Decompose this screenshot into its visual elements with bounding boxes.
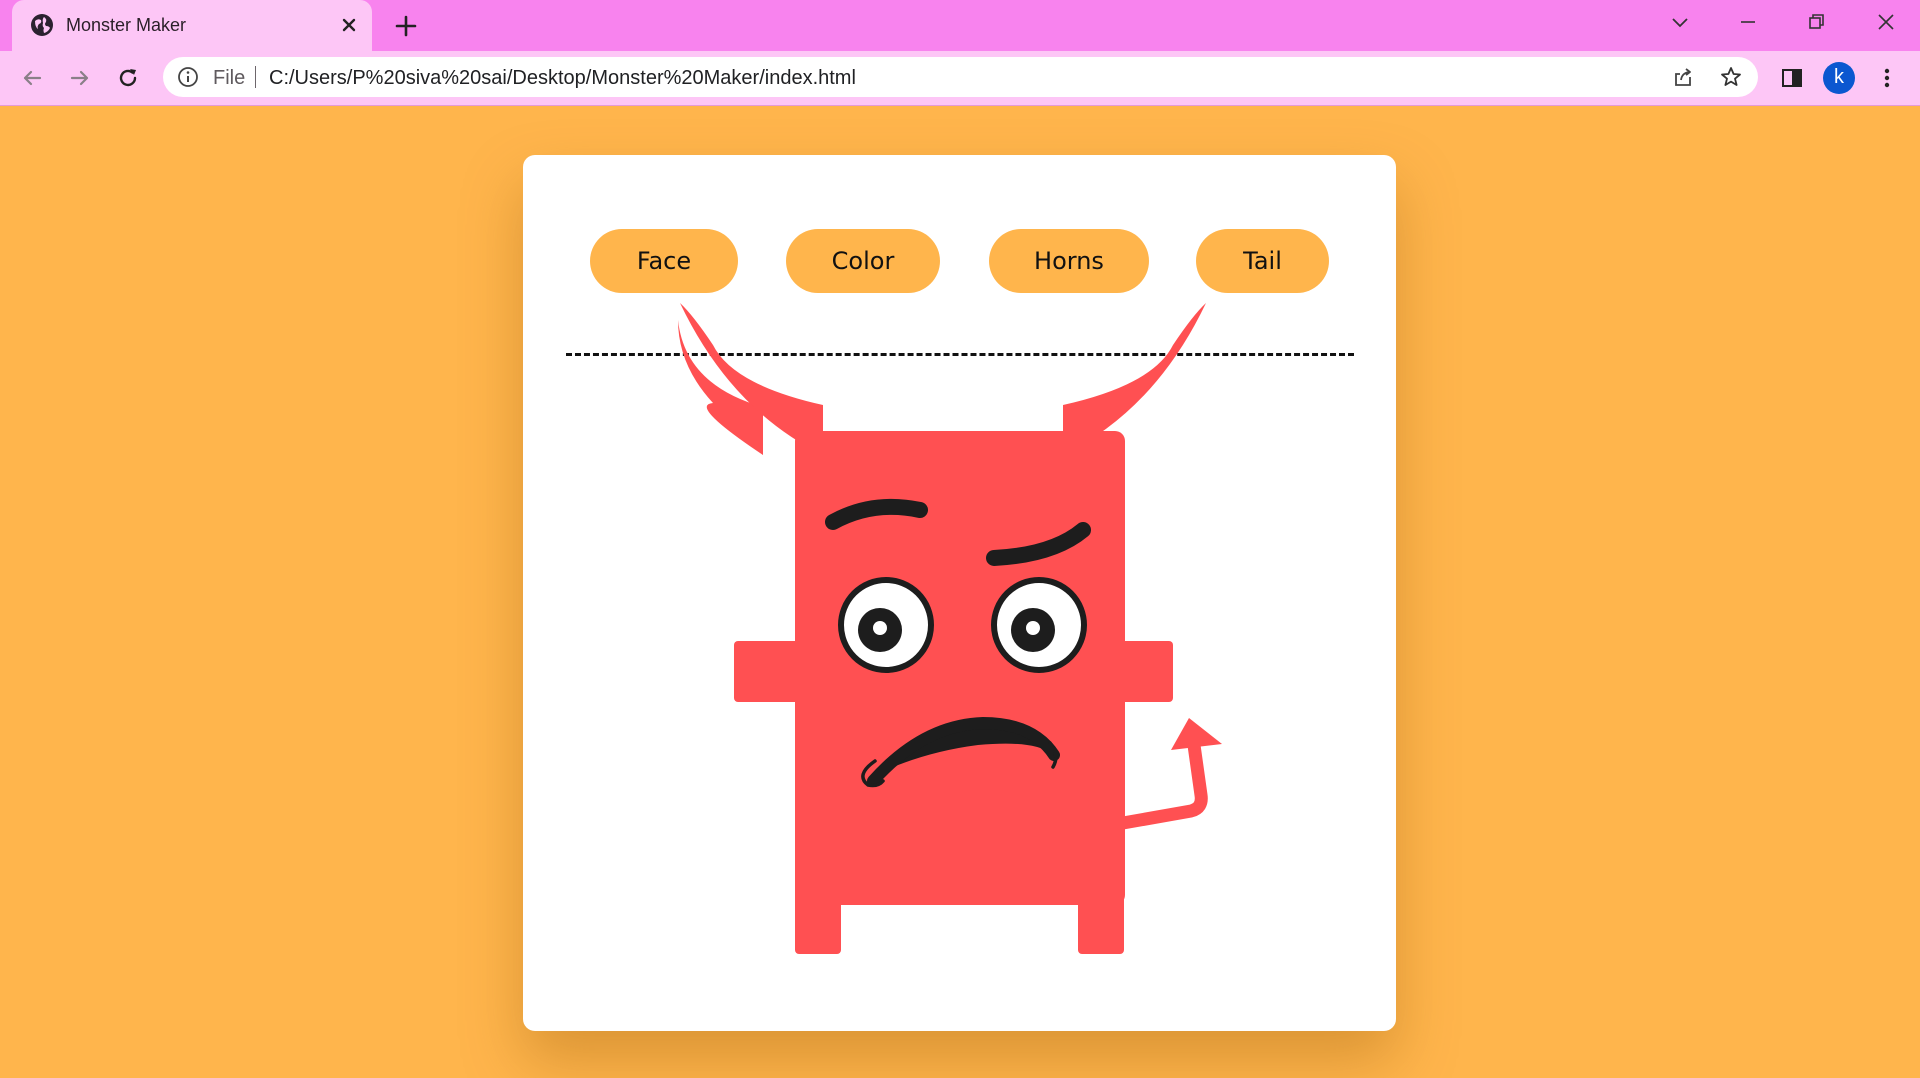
left-pupil-highlight [873,621,887,635]
tail [1116,731,1208,830]
browser-toolbar: File C:/Users/P%20siva%20sai/Desktop/Mon… [0,51,1920,106]
tab-search-chevron-icon[interactable] [1666,8,1694,36]
monster-maker-card: Face Color Horns Tail [523,155,1396,1031]
right-pupil-highlight [1026,621,1040,635]
site-info-icon[interactable] [177,66,199,88]
more-menu-icon[interactable] [1873,64,1901,92]
back-arrow-icon[interactable] [18,64,46,92]
profile-avatar[interactable]: k [1823,62,1855,94]
bookmark-star-icon[interactable] [1719,65,1743,89]
tab-title: Monster Maker [66,15,187,35]
share-icon[interactable] [1671,65,1695,89]
left-arm [734,641,804,702]
monster-body [795,431,1125,905]
url-text[interactable]: C:/Users/P%20siva%20sai/Desktop/Monster%… [269,67,856,90]
browser-tab[interactable]: Monster Maker [12,0,372,51]
reload-icon[interactable] [114,64,142,92]
restore-icon[interactable] [1802,8,1830,36]
browser-tab-strip: Monster Maker [0,0,1920,51]
address-separator [255,66,256,88]
new-tab-icon[interactable] [392,12,420,40]
tail-tip [1171,718,1222,750]
globe-icon [31,14,53,36]
close-window-icon[interactable] [1872,8,1900,36]
minimize-icon[interactable] [1734,8,1762,36]
close-tab-icon[interactable] [337,13,361,37]
file-scheme-label: File [213,67,246,89]
address-bar[interactable]: File C:/Users/P%20siva%20sai/Desktop/Mon… [163,57,1758,97]
side-panel-icon[interactable] [1778,64,1806,92]
forward-arrow-icon[interactable] [66,64,94,92]
monster-illustration [678,303,1222,954]
